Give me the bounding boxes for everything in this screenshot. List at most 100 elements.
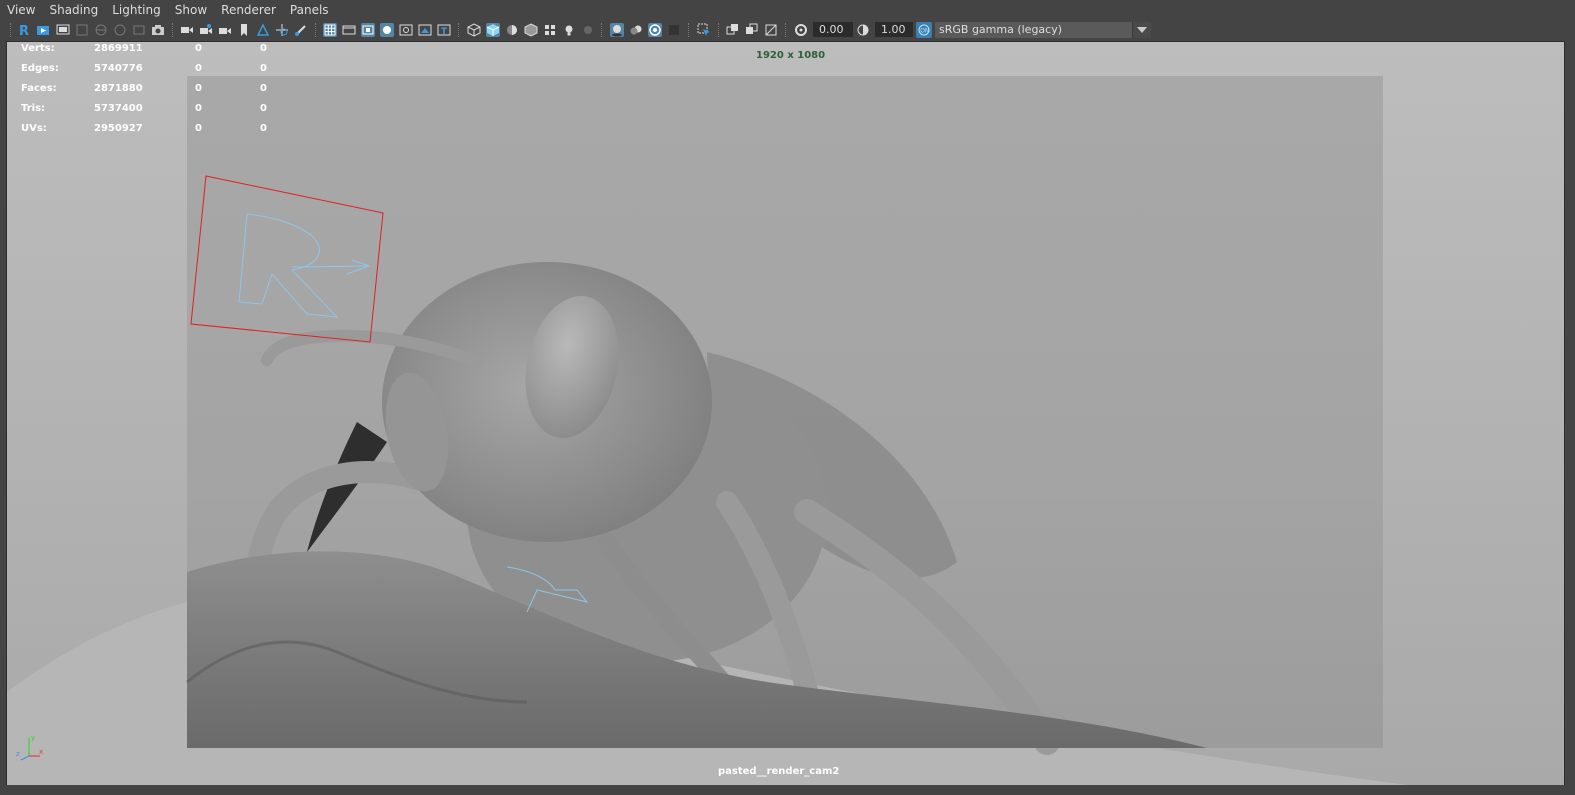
smooth-shade-icon[interactable]: [486, 23, 500, 37]
menu-show[interactable]: Show: [168, 0, 214, 20]
hud-third: 0: [260, 43, 267, 54]
hud-label: Tris:: [21, 103, 46, 114]
2d-pan-zoom-icon[interactable]: [275, 23, 289, 37]
menu-panels[interactable]: Panels: [283, 0, 336, 20]
screen-space-ao-icon[interactable]: [610, 23, 624, 37]
viewport-toolbar: R T 0.00 1.00 ON sRGB gamma (legacy): [0, 20, 1575, 40]
hud-row-uvs: UVs: 2950927 0 0: [21, 122, 281, 142]
toolbar-separator: [458, 23, 461, 37]
hud-label: Edges:: [21, 63, 59, 74]
camera-attributes-icon[interactable]: [199, 23, 213, 37]
hud-total: 2869911: [94, 43, 143, 54]
viewport-3d[interactable]: Verts: 2869911 0 0 Edges: 5740776 0 0 Fa…: [6, 41, 1565, 786]
grease-pencil-icon[interactable]: [294, 23, 308, 37]
toolbar-separator: [172, 23, 175, 37]
color-space-dropdown[interactable]: sRGB gamma (legacy): [935, 22, 1151, 38]
anti-aliasing-icon[interactable]: [648, 23, 662, 37]
camera-snapshot-icon[interactable]: [151, 23, 165, 37]
hud-total: 2950927: [94, 123, 143, 134]
select-camera-icon[interactable]: [180, 23, 194, 37]
xray-icon[interactable]: [726, 23, 740, 37]
isolate-select-icon[interactable]: [697, 23, 711, 37]
toolbar-separator: [315, 23, 318, 37]
gamma-field[interactable]: 1.00: [875, 22, 913, 37]
globe-icon[interactable]: [94, 23, 108, 37]
svg-text:ON: ON: [920, 28, 929, 35]
svg-text:T: T: [441, 27, 448, 37]
hud-label: Faces:: [21, 83, 57, 94]
color-management-toggle-icon[interactable]: ON: [916, 22, 932, 38]
poly-count-hud: Verts: 2869911 0 0 Edges: 5740776 0 0 Fa…: [21, 42, 281, 142]
hud-row-verts: Verts: 2869911 0 0: [21, 42, 281, 62]
hud-label: Verts:: [21, 43, 55, 54]
snapshot-icon[interactable]: [75, 23, 89, 37]
axis-x-label: x: [39, 748, 43, 756]
renderman-logo-icon: [238, 213, 339, 318]
hud-third: 0: [260, 83, 267, 94]
film-gate-icon[interactable]: [342, 23, 356, 37]
light-direction-icon: [291, 259, 370, 275]
renderer-r-icon[interactable]: R: [17, 23, 31, 37]
wireframe-icon[interactable]: [467, 23, 481, 37]
menu-shading[interactable]: Shading: [42, 0, 105, 20]
axis-y-label: y: [31, 734, 35, 742]
render-view-icon[interactable]: [36, 23, 50, 37]
motion-blur-icon[interactable]: [629, 23, 643, 37]
menu-renderer[interactable]: Renderer: [214, 0, 283, 20]
safe-title-icon[interactable]: T: [437, 23, 451, 37]
exposure-field[interactable]: 0.00: [813, 22, 853, 37]
menu-lighting[interactable]: Lighting: [105, 0, 168, 20]
hud-selected: 0: [195, 83, 202, 94]
resolution-label: 1920 x 1080: [756, 50, 826, 61]
use-all-lights-icon[interactable]: [562, 23, 576, 37]
toolbar-separator: [601, 23, 604, 37]
hud-row-tris: Tris: 5737400 0 0: [21, 102, 281, 122]
svg-text:R: R: [19, 24, 29, 37]
toolbar-separator: [785, 23, 788, 37]
hud-total: 5737400: [94, 103, 143, 114]
toolbar-separator: [10, 23, 13, 37]
textured-icon[interactable]: [543, 23, 557, 37]
image-plane-icon[interactable]: [256, 23, 270, 37]
hud-total: 2871880: [94, 83, 143, 94]
bookmark-icon[interactable]: [237, 23, 251, 37]
ipr-render-icon[interactable]: [56, 23, 70, 37]
hud-selected: 0: [195, 103, 202, 114]
chevron-down-icon[interactable]: [1132, 22, 1151, 38]
hud-selected: 0: [195, 63, 202, 74]
hud-selected: 0: [195, 123, 202, 134]
wireframe-on-shaded-icon[interactable]: [524, 23, 538, 37]
hud-row-edges: Edges: 5740776 0 0: [21, 62, 281, 82]
hud-third: 0: [260, 103, 267, 114]
grid-icon[interactable]: [323, 23, 337, 37]
hud-total: 5740776: [94, 63, 143, 74]
axis-z-label: z: [16, 750, 20, 758]
shadows-icon[interactable]: [581, 23, 595, 37]
hud-selected: 0: [195, 43, 202, 54]
gate-mask-icon[interactable]: [380, 23, 394, 37]
safe-action-icon[interactable]: [418, 23, 432, 37]
toolbar-separator: [688, 23, 691, 37]
hud-row-faces: Faces: 2871880 0 0: [21, 82, 281, 102]
hud-third: 0: [260, 123, 267, 134]
camera-name-label: pasted__render_cam2: [718, 766, 840, 777]
scene-render: [7, 175, 1407, 785]
hud-label: UVs:: [21, 123, 47, 134]
gamma-icon[interactable]: [856, 23, 870, 37]
hud-third: 0: [260, 63, 267, 74]
toolbar-separator: [718, 23, 721, 37]
depth-of-field-icon[interactable]: [667, 23, 681, 37]
exposure-icon[interactable]: [794, 23, 808, 37]
bookmark-camera-icon[interactable]: [218, 23, 232, 37]
default-material-icon[interactable]: [505, 23, 519, 37]
backface-culling-icon[interactable]: [764, 23, 778, 37]
menu-bar: View Shading Lighting Show Renderer Pane…: [0, 0, 1575, 20]
menu-view[interactable]: View: [0, 0, 42, 20]
resolution-gate-icon[interactable]: [361, 23, 375, 37]
render-region-icon[interactable]: [132, 23, 146, 37]
xray-joints-icon[interactable]: [745, 23, 759, 37]
color-space-value: sRGB gamma (legacy): [939, 23, 1063, 36]
field-chart-icon[interactable]: [399, 23, 413, 37]
axis-gizmo-icon: y z x: [16, 734, 43, 761]
refresh-icon[interactable]: [113, 23, 127, 37]
